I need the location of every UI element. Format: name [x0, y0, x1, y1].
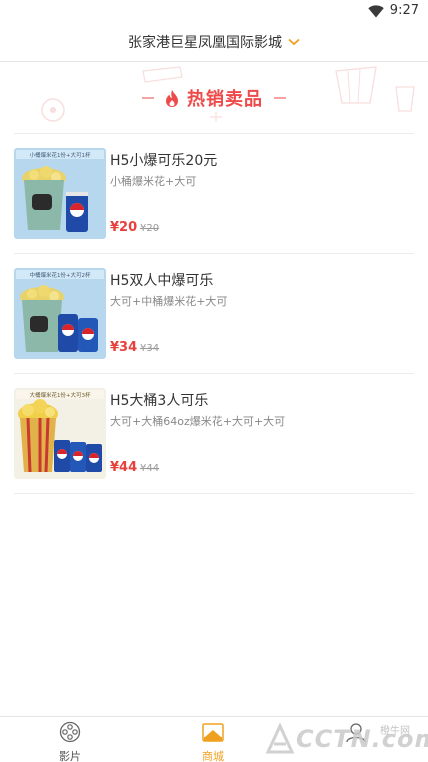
watermark-logo-icon [265, 722, 295, 754]
status-time: 9:27 [389, 3, 419, 18]
product-description: 小桶爆米花+大可 [110, 175, 197, 188]
flame-icon [165, 89, 178, 107]
watermark-small-text: 橙牛网 [380, 726, 410, 737]
title-left-dash [141, 97, 154, 99]
product-name: H5大桶3人可乐 [110, 393, 209, 409]
product-original-price: ¥34 [140, 343, 160, 354]
divider [14, 373, 414, 374]
product-card[interactable]: 中桶爆米花1份+大可2杯 H5双人中爆可乐 大可+中桶爆米花+大可 ¥34 ¥3… [14, 268, 414, 368]
product-price: ¥44 [110, 460, 138, 475]
tab-label: 商城 [202, 750, 224, 762]
section-title: 热销卖品 [187, 89, 264, 110]
ticket-decoration-icon [142, 66, 183, 83]
product-price: ¥20 [110, 220, 138, 235]
product-original-price: ¥20 [140, 223, 160, 234]
product-description: 大可+大桶64oz爆米花+大可+大可 [110, 415, 286, 428]
thumbnail-caption: 小桶爆米花1份+大可1杯 [29, 151, 91, 159]
store-icon [202, 723, 224, 742]
product-thumbnail: 大桶爆米花1份+大可3杯 [14, 388, 106, 479]
section-banner: 热销卖品 [0, 63, 428, 133]
product-name: H5小爆可乐20元 [110, 153, 218, 169]
product-description: 大可+中桶爆米花+大可 [110, 295, 228, 308]
divider [14, 133, 414, 134]
divider [14, 493, 414, 494]
tab-movies[interactable]: 影片 [30, 721, 110, 762]
chevron-down-icon [288, 38, 300, 45]
watermark: CCTN.com 橙牛网 [262, 718, 428, 762]
product-thumbnail: 小桶爆米花1份+大可1杯 [14, 148, 106, 239]
wifi-icon [368, 5, 384, 18]
product-original-price: ¥44 [140, 463, 160, 474]
product-price: ¥34 [110, 340, 138, 355]
product-name: H5双人中爆可乐 [110, 273, 214, 289]
cinema-selector[interactable]: 张家港巨星凤凰国际影城 [0, 32, 428, 52]
tab-label: 影片 [59, 750, 81, 762]
title-right-dash [274, 97, 287, 99]
product-card[interactable]: 大桶爆米花1份+大可3杯 H5大桶3人可乐 大可+大桶64oz爆米花+大可+大可… [14, 388, 414, 488]
section-header: 热销卖品 [0, 85, 428, 111]
thumbnail-caption: 中桶爆米花1份+大可2杯 [29, 271, 91, 279]
cinema-name: 张家港巨星凤凰国际影城 [128, 35, 282, 51]
thumbnail-caption: 大桶爆米花1份+大可3杯 [29, 391, 91, 399]
header: 张家港巨星凤凰国际影城 [0, 24, 428, 62]
film-reel-icon [59, 721, 81, 743]
tab-store[interactable]: 商城 [173, 721, 253, 762]
product-thumbnail: 中桶爆米花1份+大可2杯 [14, 268, 106, 359]
status-bar: 9:27 [0, 0, 428, 24]
star-decoration-icon [210, 112, 222, 122]
divider [14, 253, 414, 254]
product-card[interactable]: 小桶爆米花1份+大可1杯 H5小爆可乐20元 小桶爆米花+大可 ¥20 ¥20 [14, 148, 414, 248]
